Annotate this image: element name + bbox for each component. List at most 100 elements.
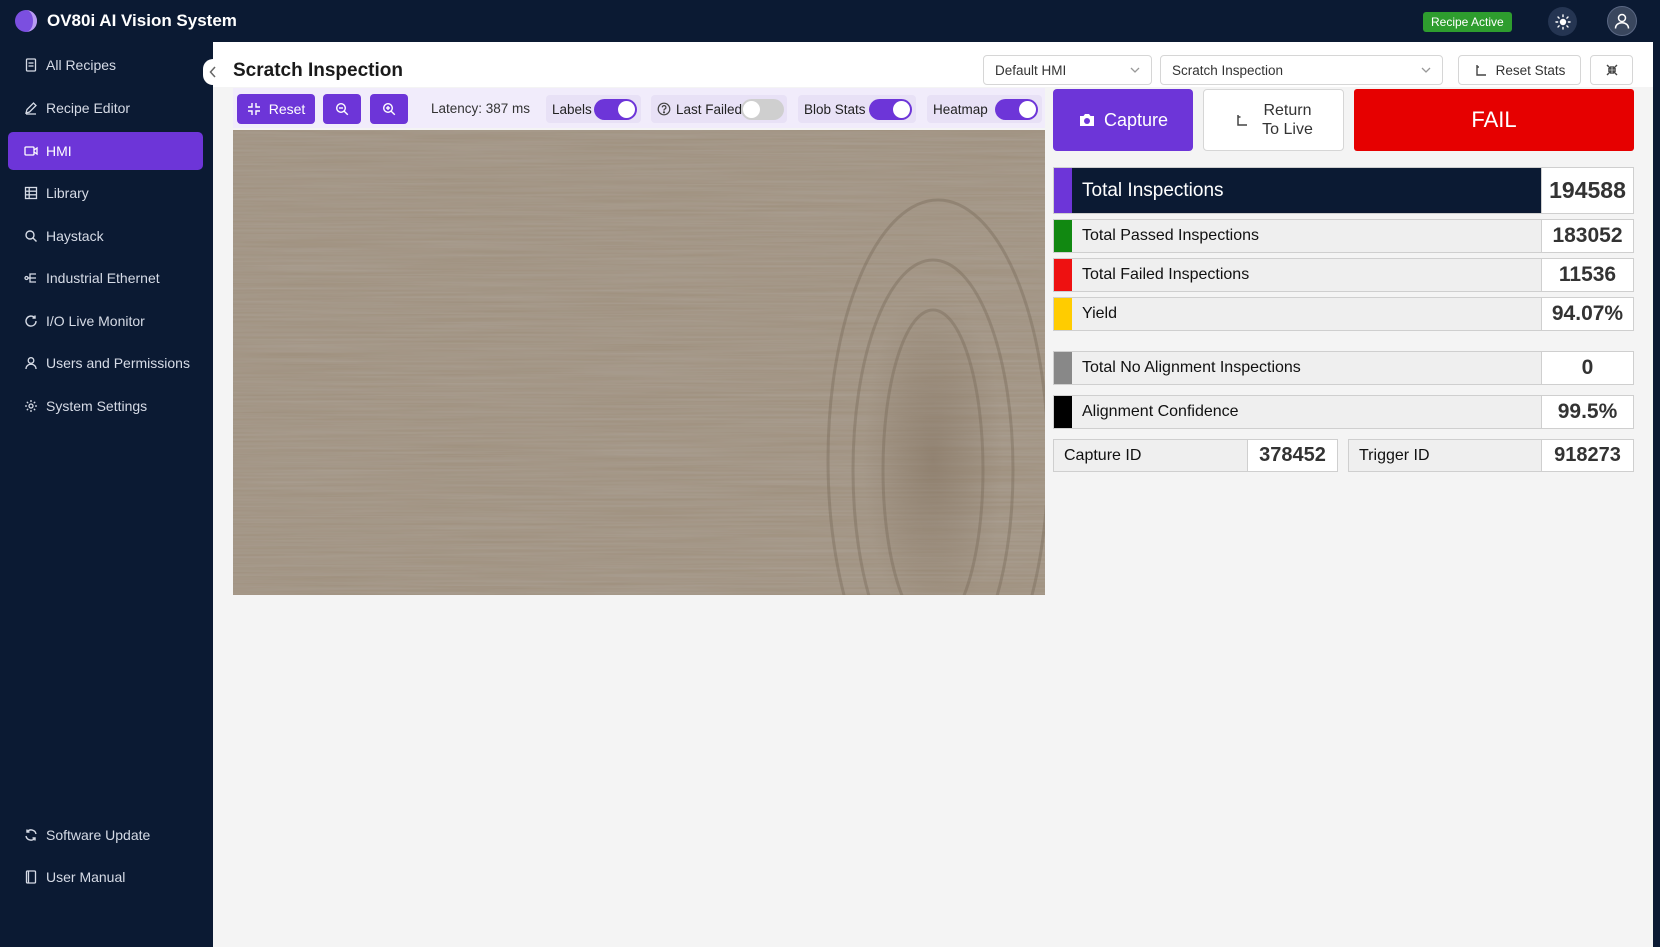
help-circle-icon [657,102,671,116]
stat-color-bar [1054,220,1072,252]
stat-total-failed: Total Failed Inspections 11536 [1053,258,1634,292]
stat-color-bar [1054,168,1072,213]
chevron-down-icon [1421,67,1431,73]
sidebar-item-io-live-monitor[interactable]: I/O Live Monitor [8,302,203,340]
sun-icon [1554,13,1571,30]
sidebar-item-recipe-editor[interactable]: Recipe Editor [8,89,203,127]
stat-label: Total Failed Inspections [1082,266,1250,283]
collapse-sidebar-button[interactable] [203,59,223,85]
stat-label: Yield [1082,305,1117,322]
camera-icon [1079,114,1094,126]
capture-id-box: Capture ID 378452 [1053,439,1338,472]
main-content: Scratch Inspection Default HMI Scratch I… [213,42,1653,947]
status-badge: Recipe Active [1423,12,1512,32]
main-header: Scratch Inspection Default HMI Scratch I… [213,42,1653,87]
capture-id-value: 378452 [1247,440,1337,471]
stat-color-bar [1054,298,1072,330]
heatmap-toggle-label: Heatmap [933,101,988,117]
return-icon [1237,115,1248,126]
user-icon [1614,13,1630,29]
sidebar-item-label: Library [46,185,89,201]
sidebar-item-label: Industrial Ethernet [46,270,160,286]
zoom-out-icon [335,102,349,116]
return-label-line1: Return [1263,102,1312,119]
hmi-select[interactable]: Default HMI [983,55,1152,85]
stat-color-bar [1054,259,1072,291]
fullscreen-button[interactable] [1590,55,1633,85]
inspection-image[interactable] [233,130,1045,595]
sidebar-item-hmi[interactable]: HMI [8,132,203,170]
page-title: Scratch Inspection [233,60,403,81]
stat-value: 94.07% [1541,298,1633,330]
reset-stats-label: Reset Stats [1495,62,1566,78]
stat-label: Alignment Confidence [1082,403,1239,420]
labels-toggle-label: Labels [552,101,592,117]
stat-label: Total No Alignment Inspections [1082,359,1301,376]
sidebar-item-system-settings[interactable]: System Settings [8,387,203,425]
stat-label: Total Passed Inspections [1082,227,1259,244]
capture-id-label: Capture ID [1064,446,1142,464]
sidebar-item-library[interactable]: Library [8,174,203,212]
sidebar-item-industrial-ethernet[interactable]: Industrial Ethernet [8,259,203,297]
monitor-icon [24,146,38,156]
avatar[interactable] [1607,6,1637,36]
labels-toggle-group: Labels [546,95,641,123]
sidebar-item-label: All Recipes [46,57,117,73]
grid-icon [24,186,38,200]
top-bar: OV80i AI Vision System Recipe Active [0,0,1660,42]
return-label-line2: To Live [1262,121,1313,138]
logo-icon [15,10,37,32]
refresh-icon [25,315,37,327]
theme-toggle-button[interactable] [1548,7,1577,36]
blob-stats-toggle[interactable] [869,99,912,120]
stat-color-bar [1054,352,1072,384]
sidebar-item-user-manual[interactable]: User Manual [8,858,203,896]
zoom-out-button[interactable] [323,94,361,124]
sidebar-item-label: HMI [46,143,72,159]
labels-toggle[interactable] [594,99,637,120]
blob-stats-toggle-label: Blob Stats [804,101,866,117]
heatmap-toggle-group: Heatmap [927,95,1042,123]
reset-view-button[interactable]: Reset [237,94,315,124]
capture-button[interactable]: Capture [1053,89,1193,151]
user-icon [25,357,37,370]
trigger-id-box: Trigger ID 918273 [1348,439,1634,472]
return-to-live-text: Return To Live [1262,101,1313,139]
file-icon [25,58,37,72]
stat-color-bar [1054,396,1072,428]
stat-value: 183052 [1541,220,1633,252]
reset-stats-button[interactable]: Reset Stats [1458,55,1581,85]
sidebar-item-users-and-permissions[interactable]: Users and Permissions [8,344,203,382]
sidebar-item-label: User Manual [46,869,126,885]
sync-icon [25,829,37,841]
image-toolbar: Reset Latency: 387 ms Labels Last Failed… [233,88,1045,128]
heatmap-toggle[interactable] [995,99,1038,120]
sidebar-item-label: System Settings [46,398,148,414]
last-failed-toggle[interactable] [741,99,784,120]
network-icon [24,273,36,283]
sidebar-item-label: Haystack [46,228,104,244]
reset-view-label: Reset [268,101,306,117]
return-to-live-button[interactable]: Return To Live [1203,89,1344,151]
stat-total-inspections: Total Inspections 194588 [1053,167,1634,214]
trigger-id-value: 918273 [1541,440,1633,471]
sidebar: All Recipes Recipe Editor HMI Library Ha… [0,42,213,947]
chevron-down-icon [1130,67,1140,73]
zoom-in-button[interactable] [370,94,408,124]
sidebar-item-label: Users and Permissions [46,355,190,371]
sidebar-item-all-recipes[interactable]: All Recipes [8,46,203,84]
stat-label: Total Inspections [1082,179,1224,201]
pencil-icon [25,102,37,115]
sidebar-item-software-update[interactable]: Software Update [8,816,203,854]
recipe-select-value: Scratch Inspection [1172,62,1284,78]
inspection-result-badge: FAIL [1354,89,1634,151]
chevron-left-icon [209,66,216,78]
hmi-select-value: Default HMI [995,62,1067,78]
sidebar-item-haystack[interactable]: Haystack [8,217,203,255]
stat-total-passed: Total Passed Inspections 183052 [1053,219,1634,253]
reset-icon [1475,65,1486,76]
recipe-select[interactable]: Scratch Inspection [1160,55,1443,85]
stat-value: 99.5% [1541,396,1633,428]
capture-label: Capture [1103,109,1169,130]
collapse-icon [1606,64,1617,76]
